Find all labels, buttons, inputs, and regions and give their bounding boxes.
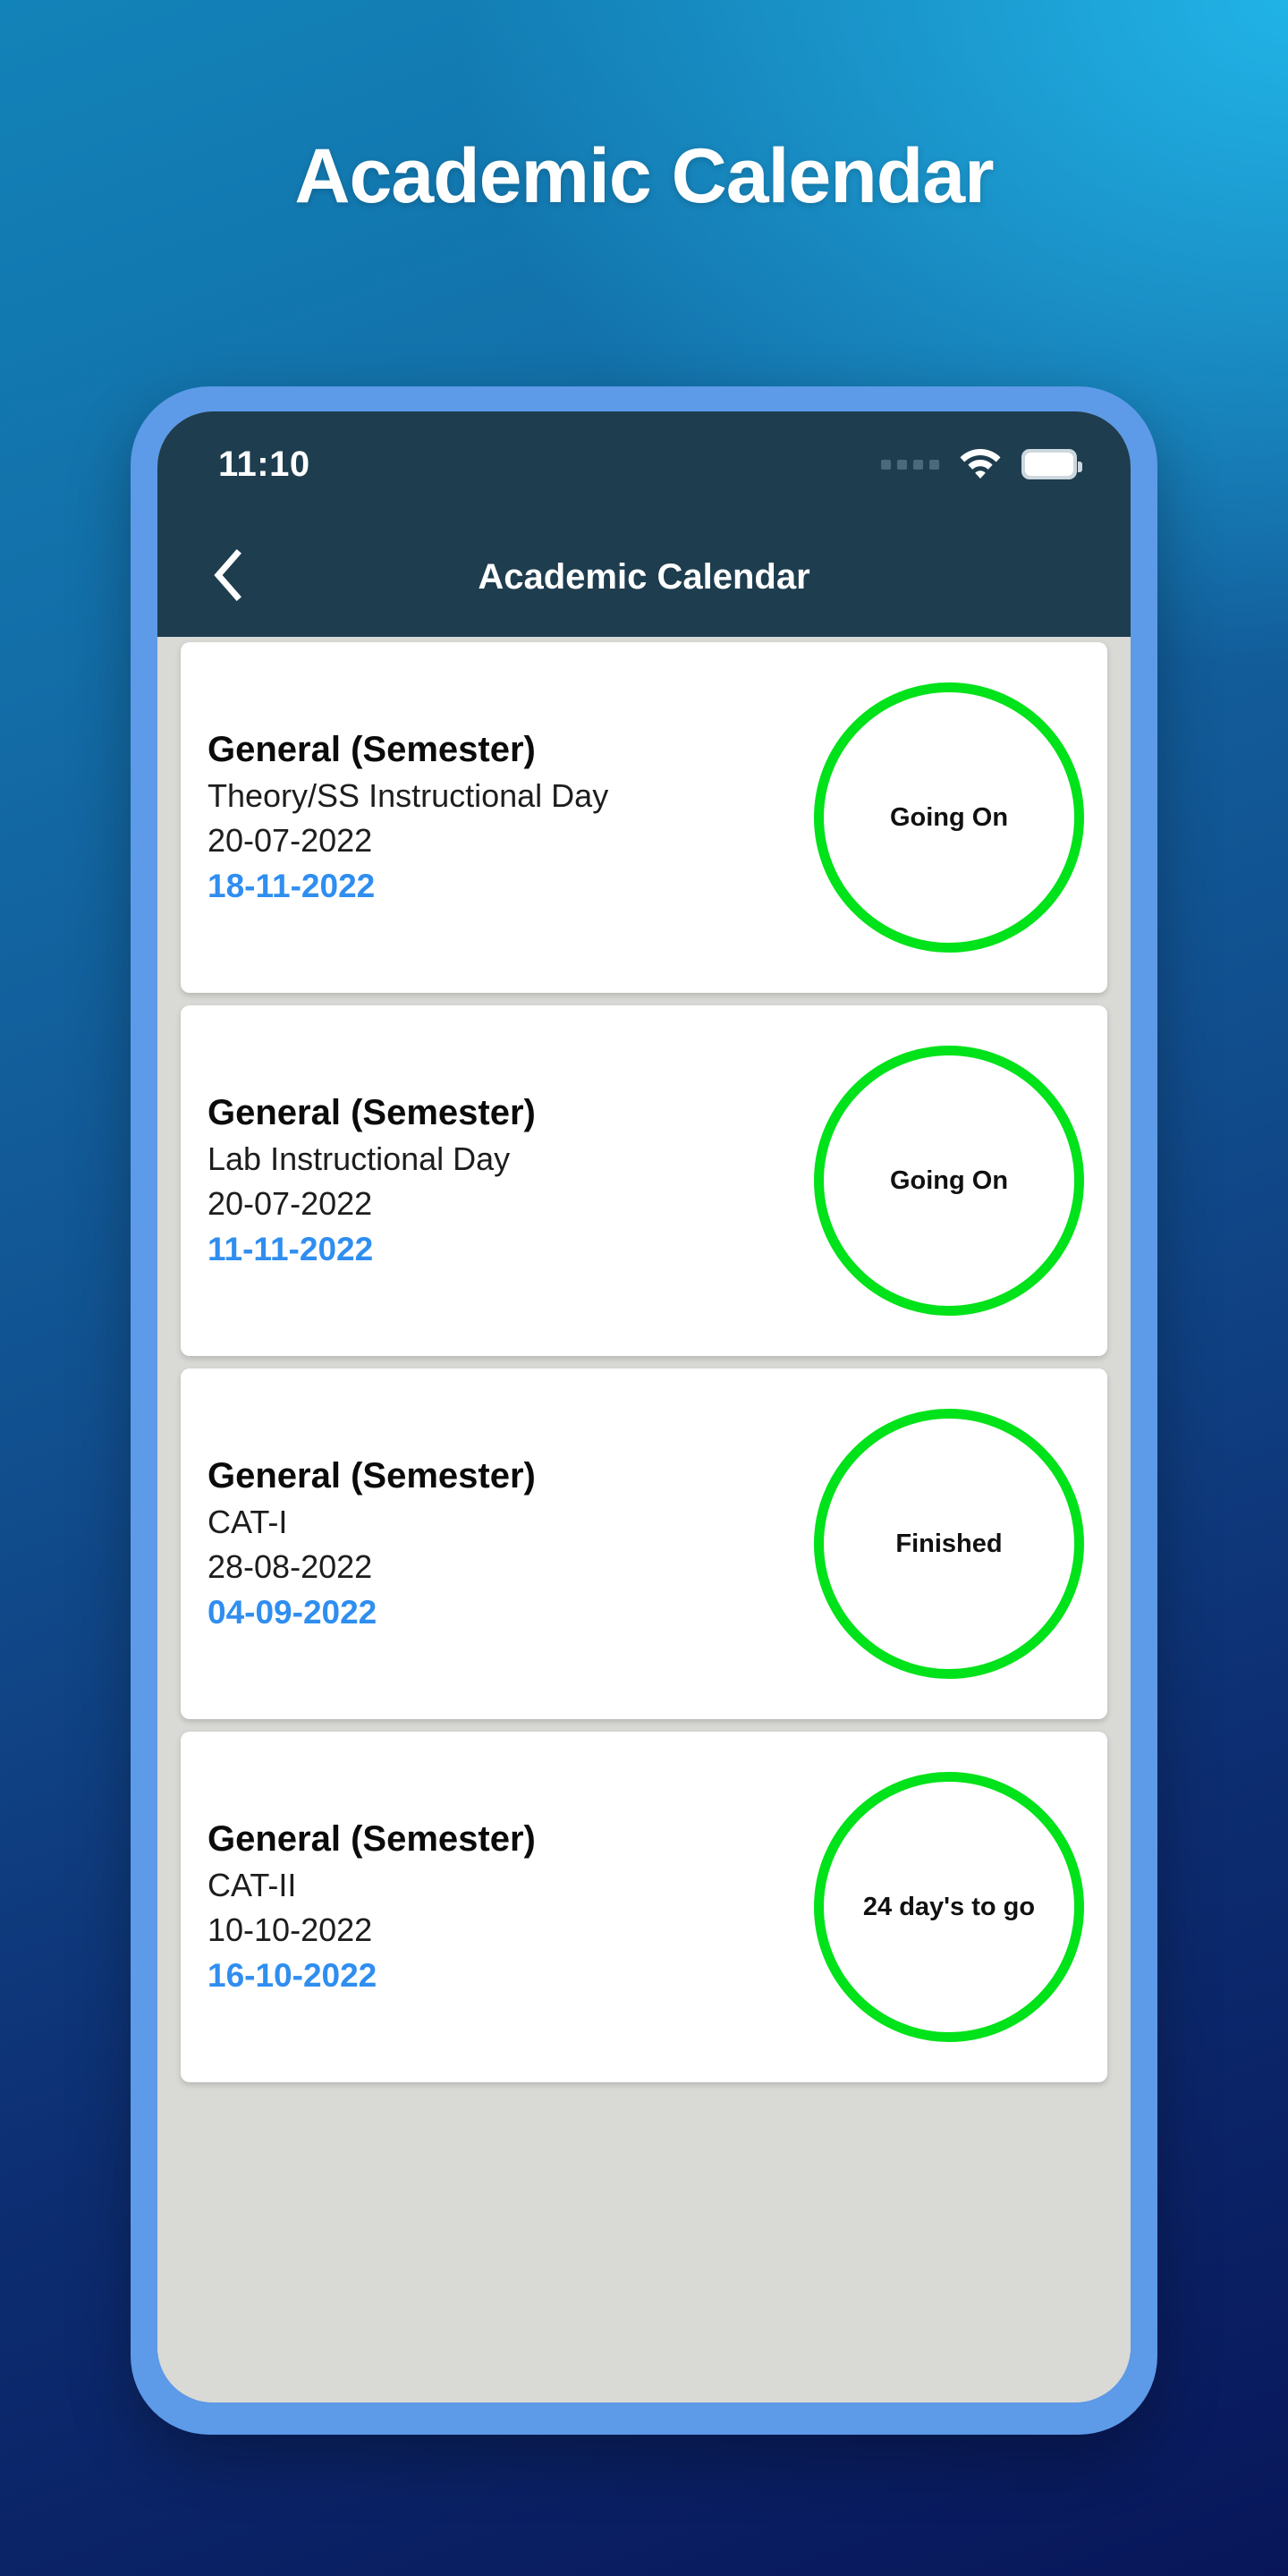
event-title: General (Semester) [208,729,536,769]
event-start-date: 28-08-2022 [208,1548,373,1586]
event-subtitle: Theory/SS Instructional Day [208,777,609,815]
event-end-date: 16-10-2022 [208,1956,377,1994]
status-badge[interactable]: Finished [814,1409,1084,1679]
event-card[interactable]: General (Semester) Theory/SS Instruction… [181,642,1107,993]
event-title: General (Semester) [208,1455,536,1496]
event-start-date: 20-07-2022 [208,1185,373,1223]
nav-bar: Academic Calendar [157,517,1131,637]
status-bar: 11:10 [157,411,1131,517]
event-start-date: 10-10-2022 [208,1911,373,1949]
phone-frame: 11:10 Academic Calendar General (Semeste… [131,386,1157,2435]
event-card-info: General (Semester) CAT-I 28-08-2022 04-0… [208,1455,814,1632]
event-card-info: General (Semester) CAT-II 10-10-2022 16-… [208,1818,814,1996]
event-card-info: General (Semester) Lab Instructional Day… [208,1092,814,1269]
event-card[interactable]: General (Semester) CAT-I 28-08-2022 04-0… [181,1368,1107,1719]
event-end-date: 18-11-2022 [208,867,376,904]
event-subtitle: CAT-II [208,1867,297,1904]
phone-screen: 11:10 Academic Calendar General (Semeste… [157,411,1131,2402]
status-bar-time: 11:10 [218,444,310,484]
wifi-icon [959,445,1002,484]
nav-title: Academic Calendar [478,556,810,597]
status-badge[interactable]: Going On [814,1046,1084,1316]
battery-full-icon [1021,449,1082,479]
event-card[interactable]: General (Semester) CAT-II 10-10-2022 16-… [181,1732,1107,2082]
event-subtitle: Lab Instructional Day [208,1140,511,1178]
status-badge[interactable]: Going On [814,682,1084,953]
chevron-left-icon [212,548,244,606]
event-title: General (Semester) [208,1092,536,1132]
event-title: General (Semester) [208,1818,536,1859]
event-list[interactable]: General (Semester) Theory/SS Instruction… [157,637,1131,2402]
status-bar-icons [881,445,1082,484]
event-card[interactable]: General (Semester) Lab Instructional Day… [181,1005,1107,1356]
event-end-date: 11-11-2022 [208,1230,374,1267]
event-subtitle: CAT-I [208,1504,288,1541]
event-start-date: 20-07-2022 [208,822,373,860]
page-title: Academic Calendar [294,133,994,219]
status-badge[interactable]: 24 day's to go [814,1772,1084,2042]
event-end-date: 04-09-2022 [208,1593,377,1631]
signal-dots-icon [881,459,939,470]
back-button[interactable] [197,546,259,608]
event-card-info: General (Semester) Theory/SS Instruction… [208,729,814,906]
